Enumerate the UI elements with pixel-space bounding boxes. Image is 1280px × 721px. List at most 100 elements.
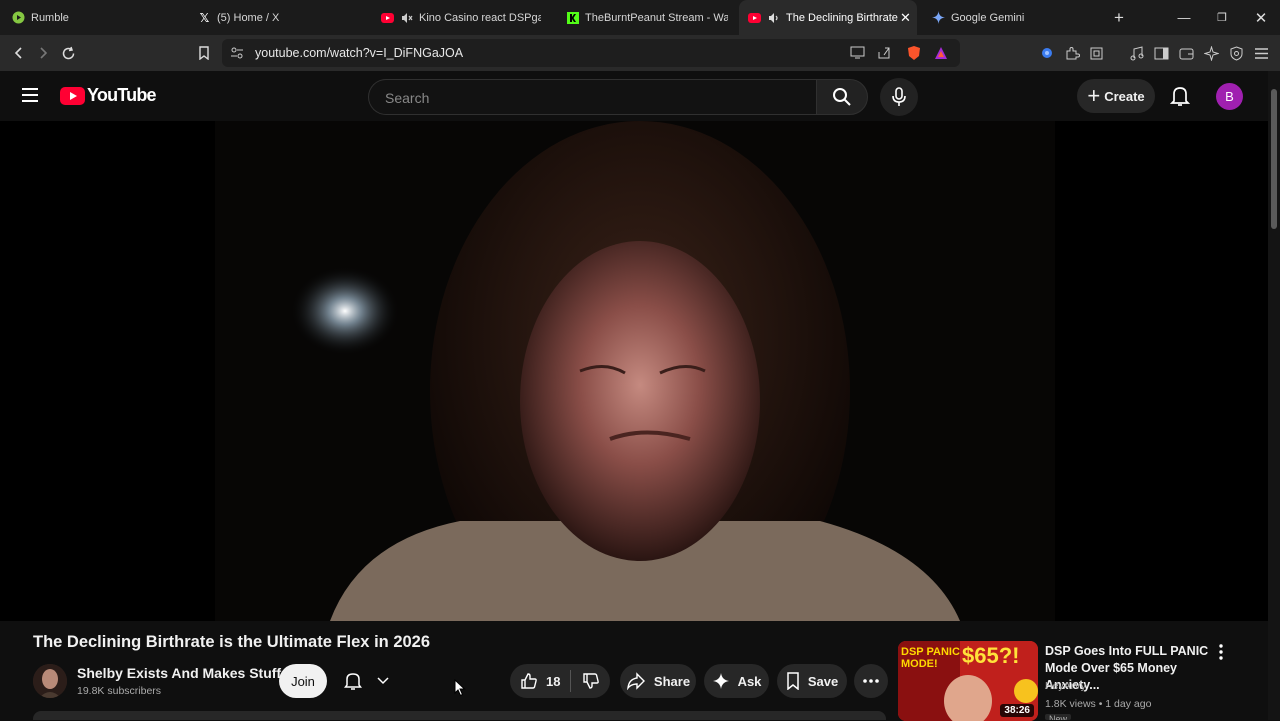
search-input[interactable]	[383, 89, 787, 107]
recommended-channel-name[interactable]: HeyArVy	[1045, 680, 1086, 692]
brave-rewards-icon[interactable]	[934, 46, 948, 65]
thumbs-down-icon	[582, 673, 599, 689]
site-settings-icon[interactable]	[230, 46, 244, 65]
new-tab-icon[interactable]: +	[1099, 0, 1139, 35]
voice-search-button[interactable]	[880, 78, 918, 116]
dislike-button[interactable]	[571, 672, 610, 690]
youtube-header: YouTube + Create B	[0, 71, 1280, 121]
tab-burntpeanut[interactable]: TheBurntPeanut Stream - Watch	[566, 0, 728, 35]
tab-rumble[interactable]: Rumble	[12, 0, 182, 35]
video-duration: 38:26	[1000, 704, 1034, 717]
share-button[interactable]: Share	[620, 664, 696, 698]
cast-icon[interactable]	[850, 46, 865, 64]
close-window-icon[interactable]: ✕	[1241, 0, 1280, 35]
thumbnail-text-price: $65?!	[962, 643, 1020, 668]
muted-speaker-icon[interactable]	[400, 11, 413, 24]
tab-title: TheBurntPeanut Stream - Watch	[585, 11, 728, 24]
search-box[interactable]	[368, 79, 817, 115]
hamburger-menu-icon[interactable]	[20, 86, 40, 109]
ask-label: Ask	[737, 673, 762, 689]
screenshot-icon[interactable]	[1087, 44, 1105, 62]
like-button[interactable]: 18	[510, 672, 570, 690]
reload-icon[interactable]	[59, 44, 77, 62]
channel-avatar[interactable]	[33, 664, 67, 698]
like-count: 18	[546, 673, 561, 689]
sparkle-icon	[712, 673, 729, 689]
video-player[interactable]	[0, 121, 1268, 621]
tab-kino-casino[interactable]: Kino Casino react DSPgamin	[381, 0, 541, 35]
browser-menu-icon[interactable]	[1252, 44, 1270, 62]
more-horizontal-icon	[863, 679, 879, 683]
recommended-video-meta: 1.8K views • 1 day ago	[1045, 698, 1152, 710]
tab-google-gemini[interactable]: Google Gemini	[932, 0, 1102, 35]
search-icon	[833, 88, 851, 106]
create-label: Create	[1104, 88, 1145, 104]
rumble-icon	[12, 11, 25, 24]
kick-icon	[566, 11, 579, 24]
ask-button[interactable]: Ask	[704, 664, 769, 698]
like-dislike-group: 18	[510, 664, 610, 698]
sidebar-icon[interactable]	[1152, 44, 1170, 62]
youtube-icon	[748, 11, 761, 24]
share-icon	[626, 672, 645, 690]
restore-icon[interactable]: ❐	[1202, 0, 1242, 35]
forward-icon[interactable]	[34, 44, 52, 62]
tab-title: (5) Home / X	[217, 11, 280, 24]
save-button[interactable]: Save	[777, 664, 847, 698]
new-badge: New	[1045, 714, 1072, 720]
tab-title: Kino Casino react DSPgamin	[419, 11, 541, 24]
youtube-logo-text: YouTube	[87, 85, 157, 105]
media-controls-icon[interactable]	[1127, 44, 1145, 62]
subscriber-count: 19.8K subscribers	[77, 685, 162, 697]
tab-declining-birthrate[interactable]: The Declining Birthrate is ✕	[739, 0, 917, 35]
account-avatar[interactable]: B	[1216, 83, 1243, 110]
x-icon: 𝕏	[199, 10, 210, 25]
subscription-notifications-button[interactable]	[336, 664, 396, 698]
microphone-icon	[892, 87, 906, 106]
bell-icon	[343, 673, 362, 690]
address-bar[interactable]: youtube.com/watch?v=I_DiFNGaJOA	[222, 39, 960, 67]
recommended-video-thumbnail[interactable]: DSP PANIC MODE! $65?! 38:26	[898, 641, 1038, 721]
url-text: youtube.com/watch?v=I_DiFNGaJOA	[255, 46, 464, 60]
minimize-icon[interactable]: —	[1164, 0, 1204, 35]
close-tab-icon[interactable]: ✕	[900, 10, 911, 26]
thumbnail-text-left: DSP PANIC MODE!	[901, 646, 960, 670]
speaker-icon[interactable]	[767, 11, 780, 24]
video-title: The Declining Birthrate is the Ultimate …	[33, 633, 431, 651]
youtube-logo[interactable]: YouTube	[60, 85, 157, 106]
scrollbar-thumb[interactable]	[1271, 89, 1277, 229]
tab-x-home[interactable]: 𝕏 (5) Home / X	[198, 0, 368, 35]
join-button[interactable]: Join	[279, 664, 327, 698]
extensions-puzzle-icon[interactable]	[1063, 44, 1081, 62]
recommended-more-icon[interactable]	[1219, 644, 1223, 665]
gemini-icon	[932, 11, 945, 24]
wallet-icon[interactable]	[1177, 44, 1195, 62]
youtube-play-icon	[60, 86, 85, 105]
description-box[interactable]	[33, 711, 886, 720]
bookmark-icon[interactable]	[195, 44, 213, 62]
back-icon[interactable]	[10, 44, 28, 62]
save-label: Save	[807, 673, 839, 689]
browser-tab-strip: Rumble 𝕏 (5) Home / X Kino Casino react …	[0, 0, 1280, 35]
mouse-cursor-icon	[454, 678, 466, 702]
plus-icon: +	[1087, 83, 1101, 108]
tab-title: Rumble	[31, 11, 69, 24]
notifications-bell-icon[interactable]	[1169, 85, 1191, 112]
leo-ai-icon[interactable]	[1202, 44, 1220, 62]
more-actions-button[interactable]	[854, 664, 888, 698]
save-bookmark-icon	[787, 672, 799, 690]
create-button[interactable]: + Create	[1077, 79, 1155, 113]
channel-name[interactable]: Shelby Exists And Makes Stuff	[77, 665, 281, 681]
brave-shields-icon[interactable]	[906, 45, 922, 66]
thumbs-up-icon	[521, 673, 537, 689]
share-page-icon[interactable]	[877, 46, 891, 65]
video-frame	[0, 121, 1268, 621]
tab-title: Google Gemini	[951, 11, 1025, 24]
chevron-down-icon	[376, 677, 389, 685]
extension-blue-icon[interactable]	[1038, 44, 1056, 62]
page-scrollbar[interactable]	[1268, 71, 1280, 720]
browser-toolbar: youtube.com/watch?v=I_DiFNGaJOA	[0, 35, 1280, 71]
tab-title: The Declining Birthrate is	[786, 11, 898, 24]
search-button[interactable]	[816, 79, 868, 115]
vpn-shield-icon[interactable]	[1227, 44, 1245, 62]
